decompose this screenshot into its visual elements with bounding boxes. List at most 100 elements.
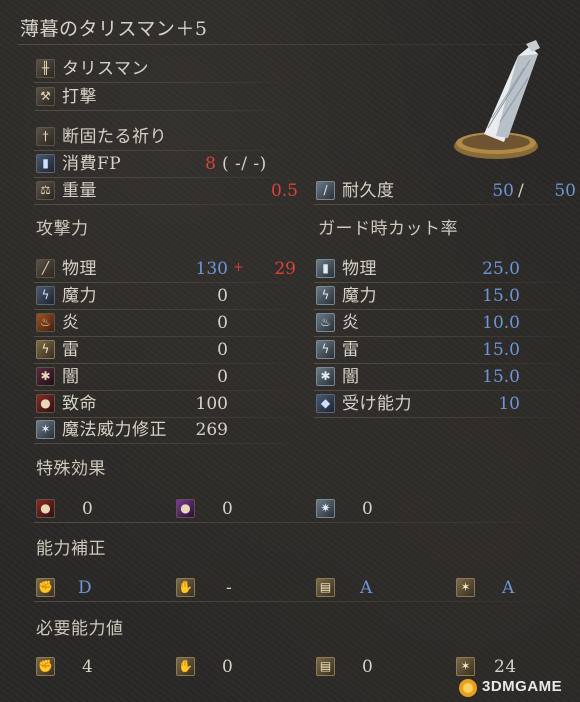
physical-guard-icon: ▮ — [316, 259, 335, 278]
fire-guard-icon: ♨ — [316, 313, 335, 332]
skill-icon: † — [36, 127, 55, 146]
divider — [314, 336, 578, 337]
strength-icon: ✊ — [36, 578, 55, 597]
divider — [34, 336, 304, 337]
physical-attack-value: 130 — [195, 259, 228, 279]
divider — [314, 417, 578, 418]
attack-type-label: 打撃 — [62, 87, 97, 107]
skill-name: 断固たる祈り — [62, 127, 167, 147]
physical-attack-label: 物理 — [62, 259, 97, 279]
bleed-icon: ● — [36, 499, 55, 518]
item-title: 薄暮のタリスマン＋5 — [20, 18, 208, 40]
strike-icon: ⚒ — [36, 87, 55, 106]
poison-icon: ● — [176, 499, 195, 518]
critical-label: 致命 — [62, 394, 97, 414]
fp-secondary: ( -/ -) — [222, 154, 267, 174]
effect-bleed-value: 0 — [82, 499, 94, 519]
divider — [34, 363, 304, 364]
dark-guard-value: 15.0 — [482, 367, 520, 387]
critical-icon: ● — [36, 394, 55, 413]
effects-heading: 特殊効果 — [36, 459, 106, 479]
magic-attack-value: 0 — [217, 286, 228, 306]
divider — [34, 390, 304, 391]
physical-attack-plus: + — [233, 260, 244, 275]
divider — [314, 309, 578, 310]
spell-buff-icon: ✶ — [36, 420, 55, 439]
lightning-guard-label: 雷 — [342, 340, 360, 360]
dark-attack-icon: ✱ — [36, 367, 55, 386]
fp-icon: ▮ — [36, 154, 55, 173]
dark-attack-value: 0 — [217, 367, 228, 387]
fp-cost: 8 — [205, 154, 216, 174]
divider — [34, 177, 304, 178]
lightning-attack-value: 0 — [217, 340, 228, 360]
divider — [34, 417, 304, 418]
magic-attack-icon: ϟ — [36, 286, 55, 305]
watermark-text: 3DMGAME — [482, 678, 563, 695]
divider — [34, 601, 574, 602]
intelligence-icon: ▤ — [316, 578, 335, 597]
durability-sep: / — [518, 181, 525, 201]
critical-value: 100 — [195, 394, 228, 414]
divider — [34, 204, 304, 205]
fire-guard-value: 10.0 — [482, 313, 520, 333]
durability-icon: / — [316, 181, 335, 200]
divider — [34, 522, 574, 523]
talisman-type-icon: ╫ — [36, 59, 55, 78]
divider — [34, 309, 304, 310]
dark-attack-label: 闇 — [62, 367, 80, 387]
faith-req-icon: ✶ — [456, 657, 475, 676]
divider — [314, 282, 578, 283]
weight-value: 0.5 — [270, 181, 298, 201]
effect-poison-value: 0 — [222, 499, 234, 519]
divider — [34, 82, 294, 83]
divider — [34, 110, 294, 111]
fp-label: 消費FP — [62, 154, 122, 174]
attack-heading: 攻撃力 — [36, 219, 89, 239]
frost-icon: ✷ — [316, 499, 335, 518]
type-label: タリスマン — [62, 59, 149, 79]
spell-buff-label: 魔法威力修正 — [62, 420, 167, 440]
divider — [314, 363, 578, 364]
divider — [34, 150, 294, 151]
effect-frost-value: 0 — [362, 499, 374, 519]
req-fai-value: 24 — [494, 657, 517, 677]
fire-guard-label: 炎 — [342, 313, 360, 333]
scaling-str-value: D — [78, 578, 93, 598]
guard-heading: ガード時カット率 — [318, 219, 458, 239]
physical-guard-value: 25.0 — [482, 259, 520, 279]
fire-attack-value: 0 — [217, 313, 228, 333]
durability-max: 50 — [554, 181, 576, 201]
spell-buff-value: 269 — [195, 420, 228, 440]
watermark-logo: 3DMGAME — [458, 676, 578, 700]
physical-attack-bonus: 29 — [274, 259, 296, 279]
magic-guard-value: 15.0 — [482, 286, 520, 306]
dark-guard-icon: ✱ — [316, 367, 335, 386]
intelligence-req-icon: ▤ — [316, 657, 335, 676]
magic-attack-label: 魔力 — [62, 286, 97, 306]
scaling-fai-value: A — [502, 578, 515, 598]
durability-current: 50 — [492, 181, 514, 201]
stability-icon: ◆ — [316, 394, 335, 413]
weight-icon: ⚖ — [36, 181, 55, 200]
lightning-attack-icon: ϟ — [36, 340, 55, 359]
req-int-value: 0 — [362, 657, 374, 677]
lightning-guard-value: 15.0 — [482, 340, 520, 360]
lightning-guard-icon: ϟ — [316, 340, 335, 359]
physical-attack-icon: ╱ — [36, 259, 55, 278]
stability-label: 受け能力 — [342, 394, 412, 414]
weight-label: 重量 — [62, 181, 97, 201]
fire-attack-label: 炎 — [62, 313, 80, 333]
scaling-dex-value: - — [226, 578, 233, 598]
magic-guard-icon: ϟ — [316, 286, 335, 305]
scaling-heading: 能力補正 — [36, 539, 106, 559]
fire-attack-icon: ♨ — [36, 313, 55, 332]
divider — [314, 390, 578, 391]
lightning-attack-label: 雷 — [62, 340, 80, 360]
durability-label: 耐久度 — [342, 181, 395, 201]
divider — [34, 443, 304, 444]
talisman-image — [448, 38, 558, 168]
dexterity-icon: ✋ — [176, 578, 195, 597]
dark-guard-label: 闇 — [342, 367, 360, 387]
requirements-heading: 必要能力値 — [36, 619, 124, 639]
